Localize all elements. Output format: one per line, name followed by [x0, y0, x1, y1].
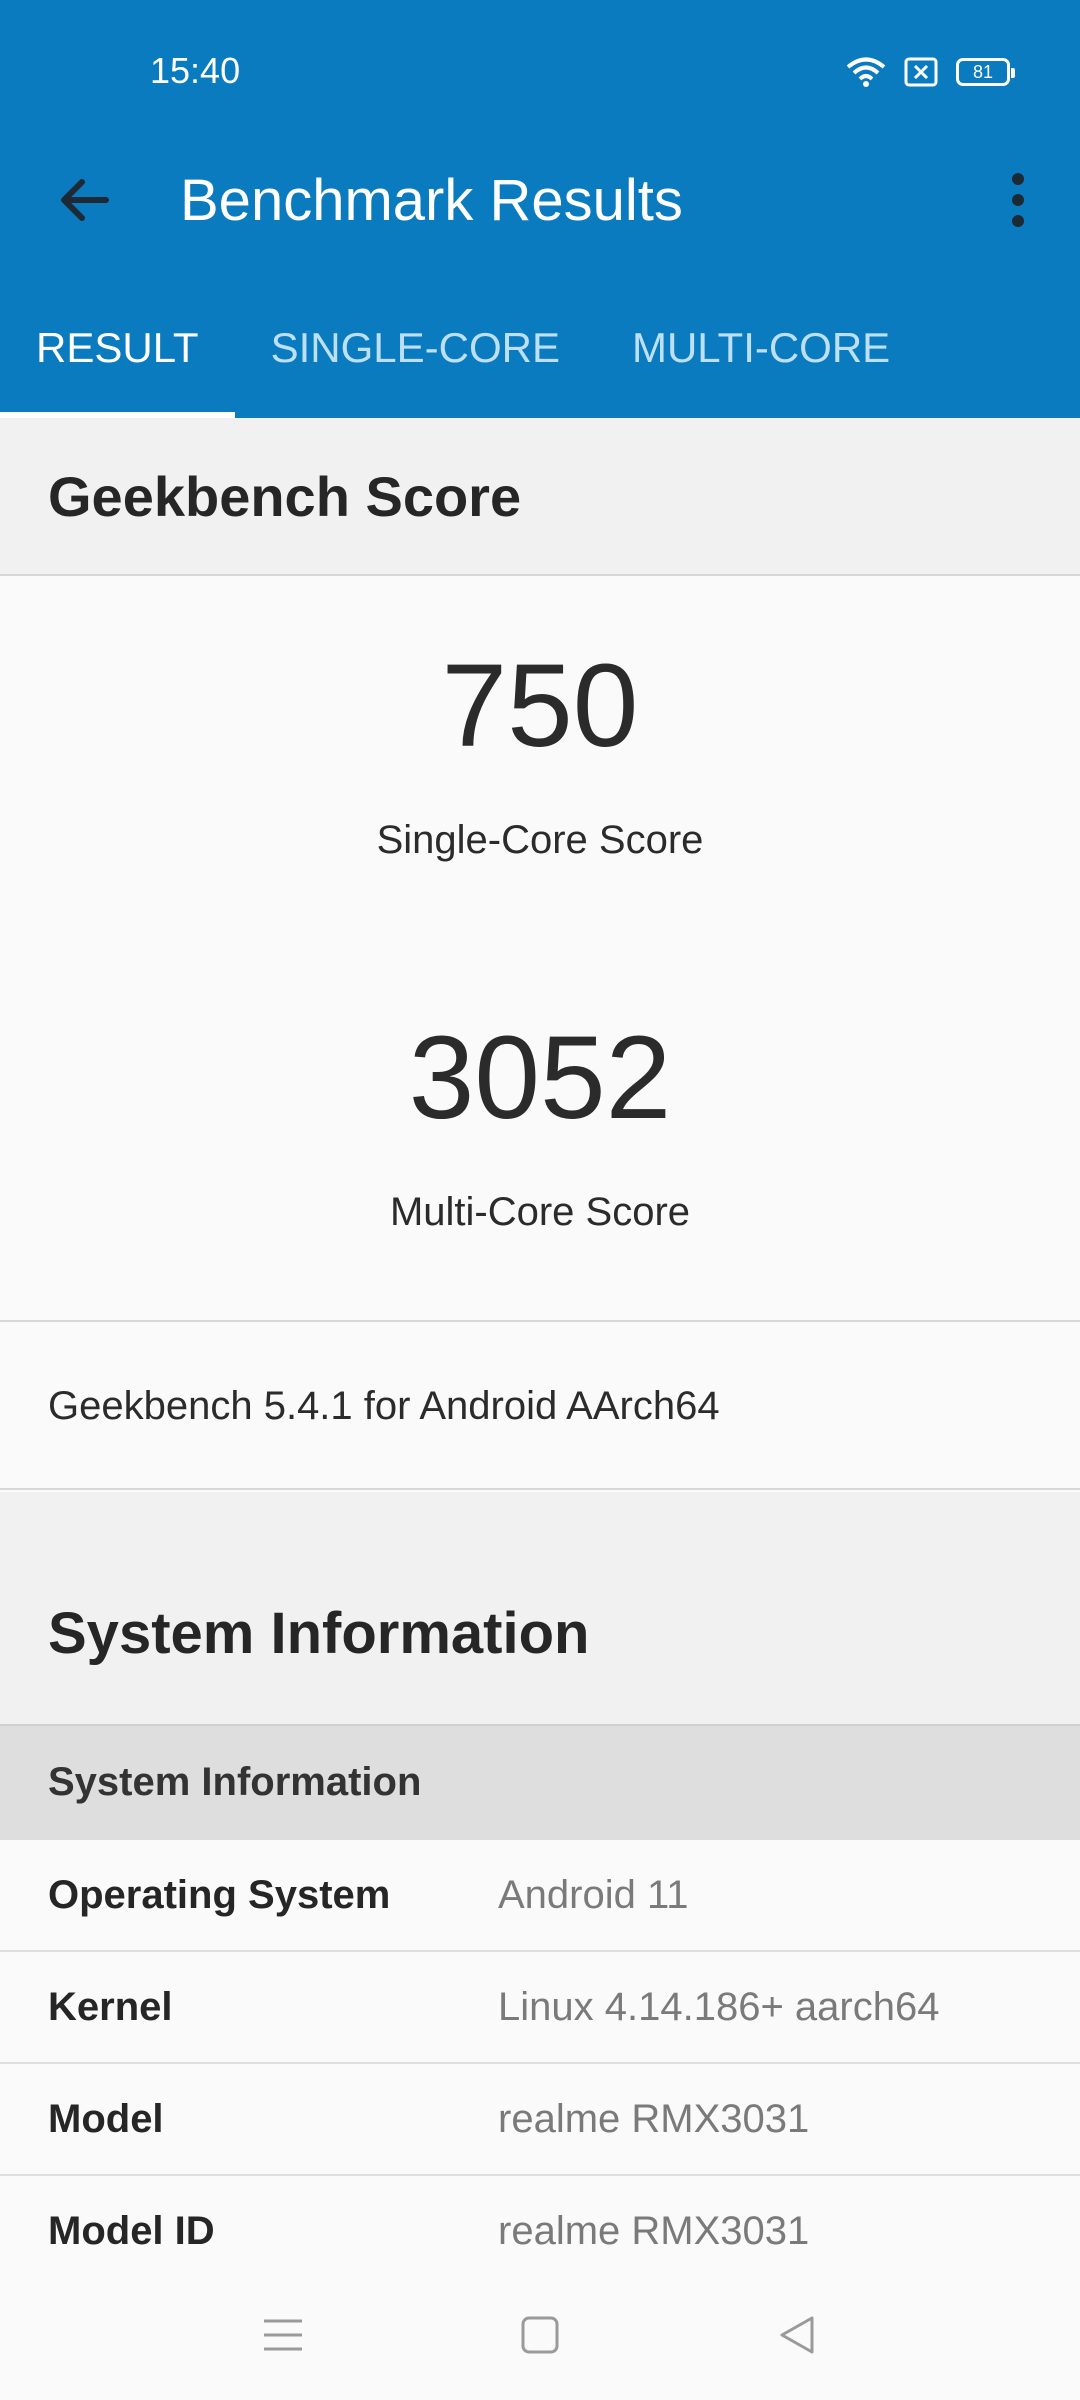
- battery-icon: 81: [956, 58, 1015, 86]
- system-nav-bar: [0, 2270, 1080, 2400]
- sim-x-icon: [904, 57, 938, 87]
- info-key: Operating System: [48, 1873, 391, 1917]
- info-row-kernel: Kernel Linux 4.14.186+ aarch64: [0, 1952, 1080, 2064]
- system-info-table: Operating System Android 11 Kernel Linux…: [0, 1840, 1080, 2286]
- tab-result[interactable]: RESULT: [0, 298, 235, 418]
- home-square-icon[interactable]: [515, 2310, 565, 2360]
- arrow-left-icon[interactable]: [50, 165, 120, 235]
- status-icons: 81: [846, 52, 1015, 92]
- back-triangle-icon[interactable]: [772, 2310, 822, 2360]
- battery-level: 81: [972, 61, 994, 82]
- info-value: Android 11: [498, 1873, 689, 1917]
- info-value: realme RMX3031: [498, 2097, 810, 2141]
- system-information-title: System Information: [48, 1601, 590, 1666]
- status-bar: 15:40 81: [0, 0, 1080, 140]
- geekbench-version: Geekbench 5.4.1 for Android AArch64: [0, 1322, 1080, 1490]
- wifi-icon: [846, 56, 886, 88]
- single-core-score-label: Single-Core Score: [376, 818, 704, 862]
- multi-core-score-label: Multi-Core Score: [389, 1190, 691, 1234]
- info-row-operating-system: Operating System Android 11: [0, 1840, 1080, 1952]
- scores-panel: 750 Single-Core Score 3052 Multi-Core Sc…: [0, 578, 1080, 1322]
- status-time: 15:40: [150, 50, 241, 91]
- info-value: Linux 4.14.186+ aarch64: [498, 1985, 940, 2029]
- info-row-model: Model realme RMX3031: [0, 2064, 1080, 2176]
- multi-core-score-value: 3052: [408, 1012, 672, 1144]
- geekbench-score-header: Geekbench Score: [0, 418, 1080, 576]
- menu-icon[interactable]: [258, 2310, 308, 2360]
- more-vert-icon[interactable]: [988, 165, 1048, 235]
- info-key: Model: [48, 2097, 164, 2141]
- tab-bar: RESULT SINGLE-CORE MULTI-CORE: [0, 298, 1080, 418]
- tab-multi-core[interactable]: MULTI-CORE: [596, 298, 926, 418]
- info-key: Kernel: [48, 1985, 173, 2029]
- single-core-score-value: 750: [441, 640, 639, 772]
- tab-single-core[interactable]: SINGLE-CORE: [235, 298, 596, 418]
- system-information-subheader: System Information: [0, 1724, 1080, 1840]
- page-title: Benchmark Results: [180, 168, 683, 233]
- app-bar: 15:40 81 Benchmark Results RESULT SINGLE…: [0, 0, 1080, 418]
